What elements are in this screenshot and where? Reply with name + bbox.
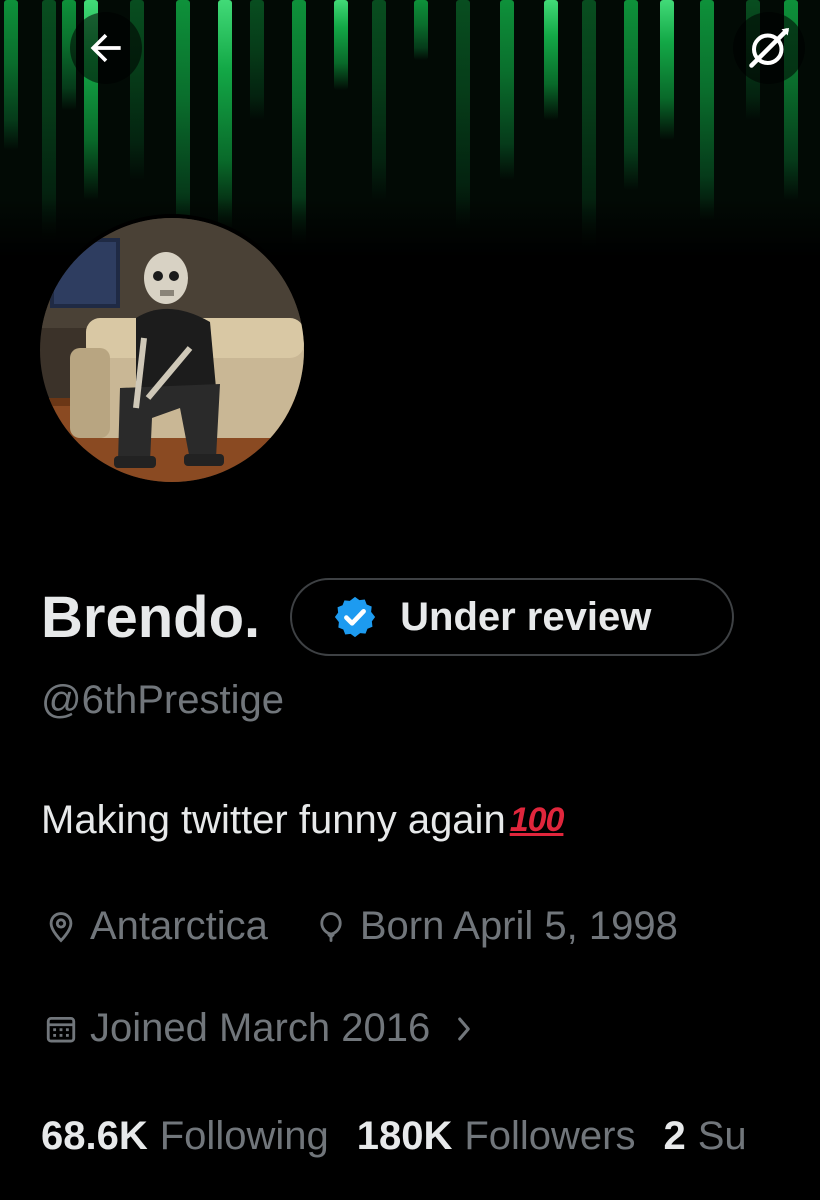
handle: @6thPrestige [41, 678, 284, 722]
followers-label: Followers [464, 1114, 636, 1158]
following-count: 68.6K [41, 1114, 148, 1158]
location-pin-icon [49, 911, 73, 942]
joined-row[interactable]: Joined March 2016 [44, 1006, 488, 1051]
location: Antarctica [44, 904, 268, 949]
profile-meta: Antarctica Born April 5, 1998 [44, 904, 678, 949]
profile-banner[interactable] [0, 0, 820, 258]
arrow-left-icon [90, 33, 121, 63]
subscriptions-count: 2 [663, 1114, 686, 1158]
grok-icon [749, 28, 789, 68]
hundred-points-icon: 100 [509, 801, 565, 839]
chevron-right-icon [458, 1017, 471, 1040]
following-label: Following [159, 1114, 329, 1158]
avatar-image [40, 218, 304, 482]
joined-date[interactable]: Joined March 2016 [44, 1006, 488, 1051]
birthday-text: Born April 5, 1998 [359, 904, 678, 948]
grok-button[interactable] [733, 12, 805, 84]
name-row: Brendo. Under review [41, 578, 735, 656]
followers-count: 180K [356, 1114, 453, 1158]
stats-row: 68.6K Following 180K Followers 2 Su [41, 1114, 747, 1159]
status-label: Under review [400, 594, 652, 639]
avatar[interactable] [36, 214, 308, 486]
joined-text: Joined March 2016 [90, 1006, 431, 1050]
following-link[interactable]: 68.6K Following [41, 1114, 329, 1159]
bio-text: Making twitter funny again [41, 798, 506, 842]
back-button[interactable] [70, 12, 142, 84]
followers-link[interactable]: 180K Followers [357, 1114, 636, 1159]
balloon-icon [320, 911, 342, 942]
verified-badge-icon [335, 596, 376, 638]
subscriptions-label: Su [697, 1114, 747, 1158]
birthday: Born April 5, 1998 [314, 904, 678, 949]
verification-status-button[interactable]: Under review [290, 578, 735, 656]
display-name: Brendo. [41, 584, 261, 650]
location-text: Antarctica [90, 904, 268, 948]
bio: Making twitter funny again 100 [41, 798, 565, 843]
calendar-icon [46, 1016, 76, 1042]
subscriptions-link[interactable]: 2 Su [664, 1114, 747, 1159]
